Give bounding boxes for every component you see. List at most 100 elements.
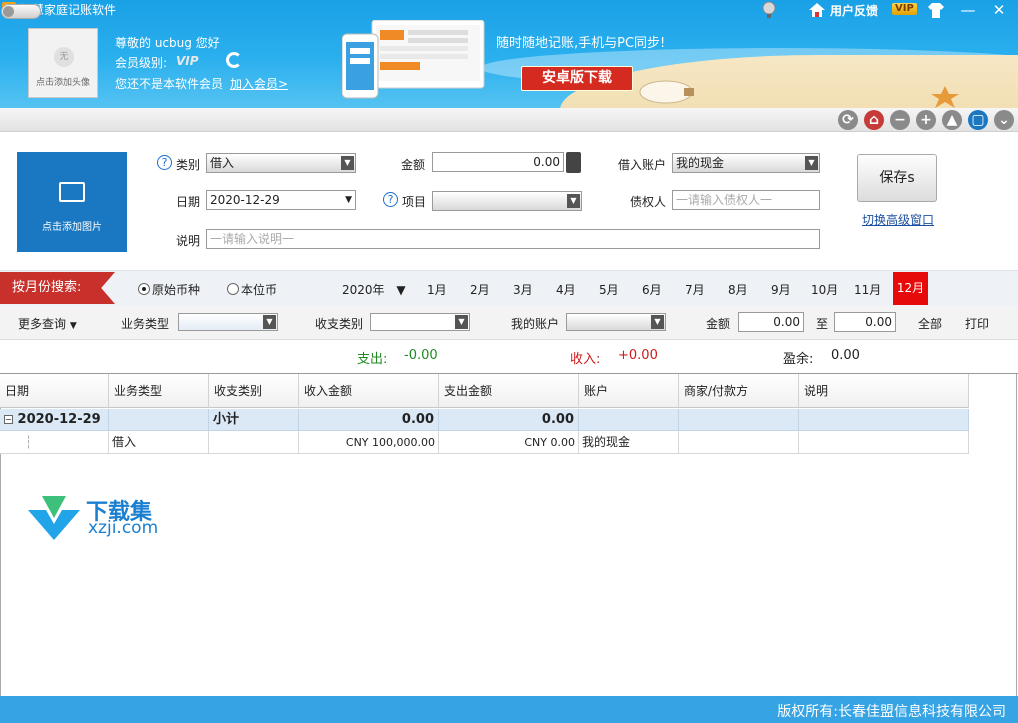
avatar-label: 点击添加头像 [35, 78, 90, 88]
column-header-merchant[interactable]: 商家/付款方 [679, 374, 799, 408]
refresh-icon[interactable] [226, 52, 242, 68]
project-help-icon[interactable]: ? [383, 192, 398, 207]
radio-original-label[interactable]: 原始币种 [152, 281, 200, 298]
balance-label: 盈余: [783, 352, 814, 367]
chevron-down-icon: ▼ [455, 315, 468, 329]
radio-local-label[interactable]: 本位币 [241, 281, 277, 298]
tree-line: ┆ [25, 435, 33, 449]
category-select[interactable]: 借入 ▼ [206, 153, 356, 173]
watermark-text-en: xzji.com [88, 518, 159, 538]
table-group-row[interactable]: − 2020-12-29 [0, 409, 109, 431]
collapse-icon[interactable]: ⌄ [994, 110, 1014, 130]
skin-balloon-icon[interactable] [760, 1, 778, 19]
save-button[interactable]: 保存s [857, 154, 937, 202]
column-header-note[interactable]: 说明 [799, 374, 969, 408]
not-member-text: 您还不是本软件会员 [115, 77, 224, 91]
sync-icon[interactable]: ⟳ [838, 110, 858, 130]
date-value: 2020-12-29 [210, 193, 280, 207]
dropdown-arrow-icon: ▼ [345, 195, 352, 205]
column-header-expense[interactable]: 支出金额 [439, 374, 579, 408]
group-cell-business-type [109, 409, 209, 431]
project-select[interactable]: ▼ [432, 191, 582, 211]
my-account-select[interactable]: ▼ [566, 313, 666, 331]
month-tab-11[interactable]: 11月 [854, 281, 881, 298]
column-header-business-type[interactable]: 业务类型 [109, 374, 209, 408]
advanced-window-link[interactable]: 切换高级窗口 [862, 211, 934, 228]
chevron-down-icon: ▼ [805, 156, 818, 170]
home-icon[interactable] [809, 3, 825, 17]
month-tab-3[interactable]: 3月 [513, 281, 533, 298]
calculator-icon[interactable] [566, 152, 581, 173]
user-feedback-link[interactable]: 用户反馈 [830, 2, 878, 19]
add-image-button[interactable]: 点击添加图片 [17, 152, 127, 252]
member-level-value: VIP [176, 54, 199, 68]
chart-icon[interactable]: ▲ [942, 110, 962, 130]
window-switch-icon[interactable]: ▢ [968, 110, 988, 130]
category-help-icon[interactable]: ? [157, 155, 172, 170]
radio-original-currency[interactable] [138, 283, 150, 295]
add-icon[interactable]: + [916, 110, 936, 130]
close-button[interactable]: ✕ [989, 0, 1009, 20]
month-tab-8[interactable]: 8月 [728, 281, 748, 298]
print-button[interactable]: 打印 [965, 315, 989, 332]
month-tab-10[interactable]: 10月 [811, 281, 838, 298]
business-type-select[interactable]: ▼ [178, 313, 278, 331]
expense-value: -0.00 [404, 348, 438, 363]
group-cell-income: 0.00 [299, 409, 439, 431]
amount-label: 金额 [401, 158, 426, 172]
creditor-label: 债权人 [630, 195, 667, 209]
category-value: 借入 [210, 156, 235, 170]
column-header-io-type[interactable]: 收支类别 [209, 374, 299, 408]
minimize-button[interactable]: — [958, 0, 978, 20]
avatar[interactable]: 无 点击添加头像 [28, 28, 98, 98]
radio-local-currency[interactable] [227, 283, 239, 295]
amount-to-input[interactable]: 0.00 [834, 312, 896, 332]
balance-value: 0.00 [831, 348, 860, 363]
row-note [799, 431, 969, 454]
starfish-icon [931, 86, 959, 108]
table-row[interactable]: ┆ [0, 431, 109, 454]
month-tab-7[interactable]: 7月 [685, 281, 705, 298]
footer-bar: 版权所有:长春佳盟信息科技有限公司 [0, 696, 1018, 723]
year-select[interactable]: 2020年 ▼ [342, 281, 406, 298]
note-label: 说明 [176, 234, 201, 248]
borrow-account-label: 借入账户 [618, 158, 667, 172]
month-tab-6[interactable]: 6月 [642, 281, 662, 298]
month-tab-9[interactable]: 9月 [771, 281, 791, 298]
creditor-input[interactable]: 一请输入债权人一 [672, 190, 820, 210]
column-header-account[interactable]: 账户 [579, 374, 679, 408]
amount-input[interactable]: 0.00 [432, 152, 564, 172]
note-input[interactable]: 一请输入说明一 [206, 229, 820, 249]
io-type-select[interactable]: ▼ [370, 313, 470, 331]
add-image-label: 点击添加图片 [42, 222, 102, 233]
month-tab-1[interactable]: 1月 [427, 281, 447, 298]
collapse-toggle-icon[interactable]: − [4, 415, 13, 424]
sidebar-toggle[interactable] [1, 4, 41, 19]
my-account-label: 我的账户 [511, 317, 560, 331]
home-nav-icon[interactable]: ⌂ [864, 110, 884, 130]
remove-icon[interactable]: − [890, 110, 910, 130]
join-member-link[interactable]: 加入会员> [230, 75, 288, 92]
android-download-button[interactable]: 安卓版下载 [521, 66, 633, 91]
amount-from-input[interactable]: 0.00 [738, 312, 804, 332]
tshirt-skin-icon[interactable] [928, 3, 944, 18]
chevron-down-icon: ▼ [567, 194, 580, 208]
column-header-income[interactable]: 收入金额 [299, 374, 439, 408]
date-picker[interactable]: 2020-12-29 ▼ [206, 190, 356, 210]
month-tab-4[interactable]: 4月 [556, 281, 576, 298]
image-icon [59, 182, 85, 202]
borrow-account-select[interactable]: 我的现金 ▼ [672, 153, 820, 173]
group-cell-note [799, 409, 969, 431]
chevron-down-icon: ▼ [263, 315, 276, 329]
chevron-down-icon: ▼ [69, 321, 77, 331]
row-business-type: 借入 [109, 431, 209, 454]
column-header-date[interactable]: 日期 [0, 374, 109, 408]
records-table: 日期 业务类型 收支类别 收入金额 支出金额 账户 商家/付款方 说明 − 20… [0, 374, 969, 456]
month-tab-12-active[interactable]: 12月 [893, 272, 928, 305]
row-io-type [209, 431, 299, 454]
all-button[interactable]: 全部 [918, 315, 942, 332]
more-query-button[interactable]: 更多查询 ▼ [18, 315, 77, 332]
month-tab-2[interactable]: 2月 [470, 281, 490, 298]
row-account: 我的现金 [579, 431, 679, 454]
month-tab-5[interactable]: 5月 [599, 281, 619, 298]
